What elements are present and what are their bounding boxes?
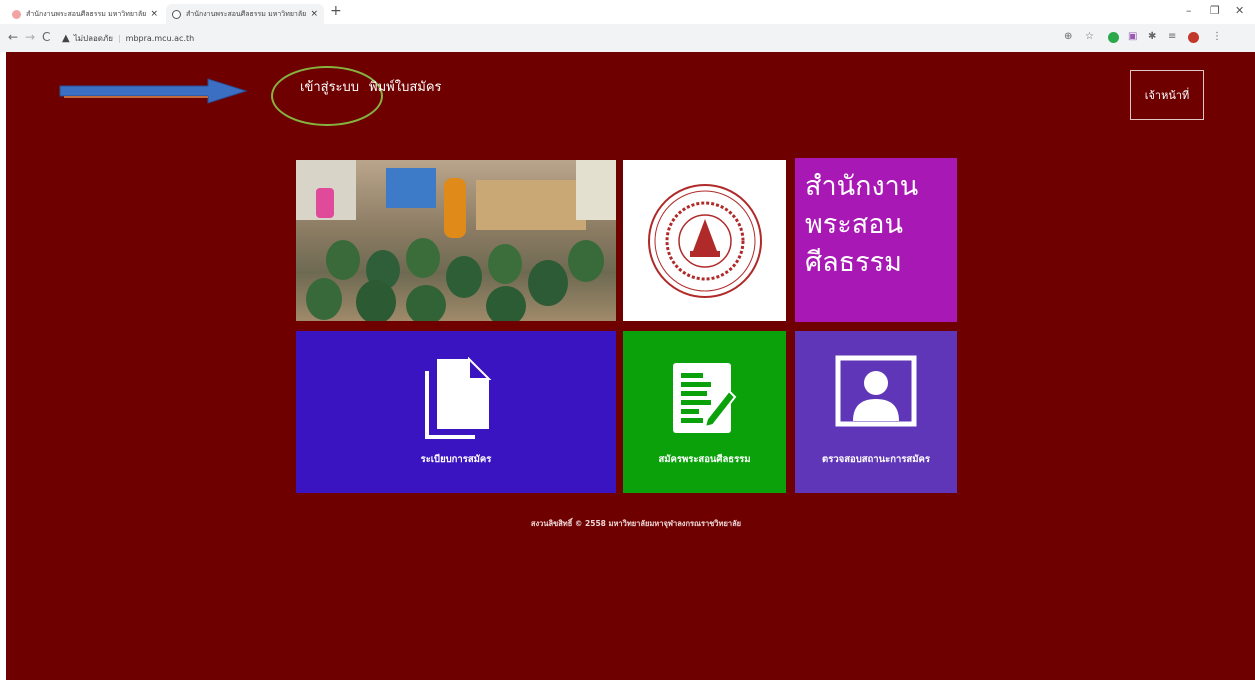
top-nav: เข้าสู่ระบบ พิมพ์ใบสมัคร [300, 76, 442, 97]
close-window-button[interactable]: ✕ [1235, 4, 1244, 17]
form-edit-icon [673, 363, 737, 433]
extension-icon[interactable] [1108, 32, 1119, 43]
page-body: เข้าสู่ระบบ พิมพ์ใบสมัคร เจ้าหน้าที่ สำน… [6, 52, 1255, 680]
browser-tab-2-active[interactable]: สำนักงานพระสอนศีลธรรม มหาวิทยาลัยฯ × [166, 4, 324, 24]
tab-close-icon[interactable]: × [150, 9, 158, 19]
brand-line-2: พระสอน [805, 209, 903, 240]
registration-rules-tile[interactable]: ระเบียบการสมัคร [296, 331, 616, 493]
apply-teacher-monk-label: สมัครพระสอนศีลธรรม [658, 454, 751, 465]
brand-line-3: ศีลธรรม [805, 247, 902, 278]
forward-button[interactable]: → [25, 30, 35, 44]
favicon-icon [12, 9, 21, 19]
url-text: mbpra.mcu.ac.th [125, 33, 195, 43]
security-label: ไม่ปลอดภัย [73, 33, 113, 43]
address-bar[interactable]: ▲ ไม่ปลอดภัย | mbpra.mcu.ac.th [62, 29, 194, 47]
puzzle-icon[interactable]: ✱ [1148, 31, 1156, 42]
maximize-button[interactable]: ❐ [1210, 4, 1220, 17]
user-portrait-icon [835, 355, 917, 427]
login-link[interactable]: เข้าสู่ระบบ [300, 76, 359, 97]
apply-teacher-monk-tile[interactable]: สมัครพระสอนศีลธรรม [623, 331, 786, 493]
check-application-status-tile[interactable]: ตรวจสอบสถานะการสมัคร [795, 331, 957, 493]
check-application-status-label: ตรวจสอบสถานะการสมัคร [822, 454, 930, 465]
back-button[interactable]: ← [8, 30, 18, 44]
address-divider: | [117, 33, 121, 43]
copyright-footer: สงวนลิขสิทธิ์ © 2558 มหาวิทยาลัยมหาจุฬาล… [530, 519, 742, 528]
extension-shield-icon[interactable]: ▣ [1128, 31, 1137, 42]
browser-window: สำนักงานพระสอนศีลธรรม มหาวิทยาลัยฯ × สำน… [0, 0, 1255, 680]
warning-icon: ▲ [62, 32, 70, 44]
tab-close-icon[interactable]: × [310, 9, 318, 19]
globe-icon [172, 9, 181, 19]
reading-list-icon[interactable]: ≡ [1168, 31, 1176, 42]
profile-avatar-icon[interactable] [1188, 32, 1199, 43]
browser-tab-1[interactable]: สำนักงานพระสอนศีลธรรม มหาวิทยาลัยฯ × [6, 4, 164, 24]
tab-title: สำนักงานพระสอนศีลธรรม มหาวิทยาลัยฯ [26, 9, 147, 18]
new-tab-button[interactable]: + [330, 3, 342, 19]
tab-strip: สำนักงานพระสอนศีลธรรม มหาวิทยาลัยฯ × สำน… [0, 0, 1255, 24]
classroom-photo [296, 160, 616, 321]
tab-title: สำนักงานพระสอนศีลธรรม มหาวิทยาลัยฯ [186, 9, 307, 18]
document-icon [425, 357, 492, 439]
brand-line-1: สำนักงาน [805, 171, 919, 202]
staff-button[interactable]: เจ้าหน้าที่ [1130, 70, 1204, 120]
reload-button[interactable]: C [42, 30, 50, 44]
office-brand-tile: สำนักงาน พระสอน ศีลธรรม [795, 158, 957, 322]
registration-rules-label: ระเบียบการสมัคร [420, 454, 492, 465]
browser-toolbar: ← → C ▲ ไม่ปลอดภัย | mbpra.mcu.ac.th ⊕ ☆… [0, 24, 1255, 52]
university-seal-tile [623, 160, 786, 321]
university-seal-icon [647, 183, 762, 298]
zoom-icon[interactable]: ⊕ [1064, 31, 1072, 42]
print-application-link[interactable]: พิมพ์ใบสมัคร [369, 76, 442, 97]
minimize-button[interactable]: – [1186, 4, 1192, 17]
star-icon[interactable]: ☆ [1085, 31, 1094, 42]
menu-kebab-icon[interactable]: ⋮ [1212, 31, 1222, 42]
annotation-arrow [59, 78, 248, 104]
